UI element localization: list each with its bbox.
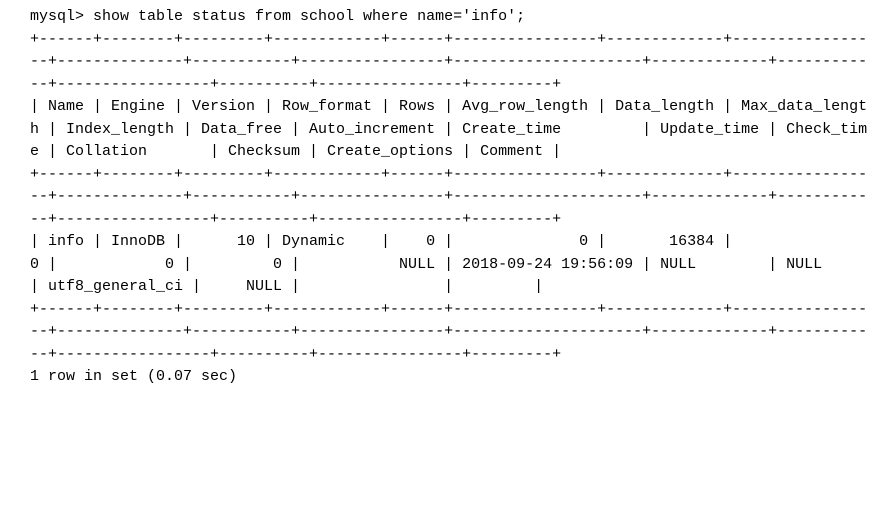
table-row: | info | InnoDB | 10 | Dynamic | 0 | 0 |… bbox=[30, 233, 876, 295]
sql-command: show table status from school where name… bbox=[93, 8, 525, 25]
mysql-prompt: mysql> bbox=[30, 8, 93, 25]
table-header-row: | Name | Engine | Version | Row_format |… bbox=[30, 98, 867, 160]
mysql-terminal-output: mysql> show table status from school whe… bbox=[0, 0, 876, 395]
table-border-top: +------+--------+---------+------------+… bbox=[30, 31, 867, 93]
table-border-bottom: +------+--------+---------+------------+… bbox=[30, 301, 867, 363]
table-border-mid: +------+--------+---------+------------+… bbox=[30, 166, 867, 228]
result-footer: 1 row in set (0.07 sec) bbox=[30, 368, 237, 385]
